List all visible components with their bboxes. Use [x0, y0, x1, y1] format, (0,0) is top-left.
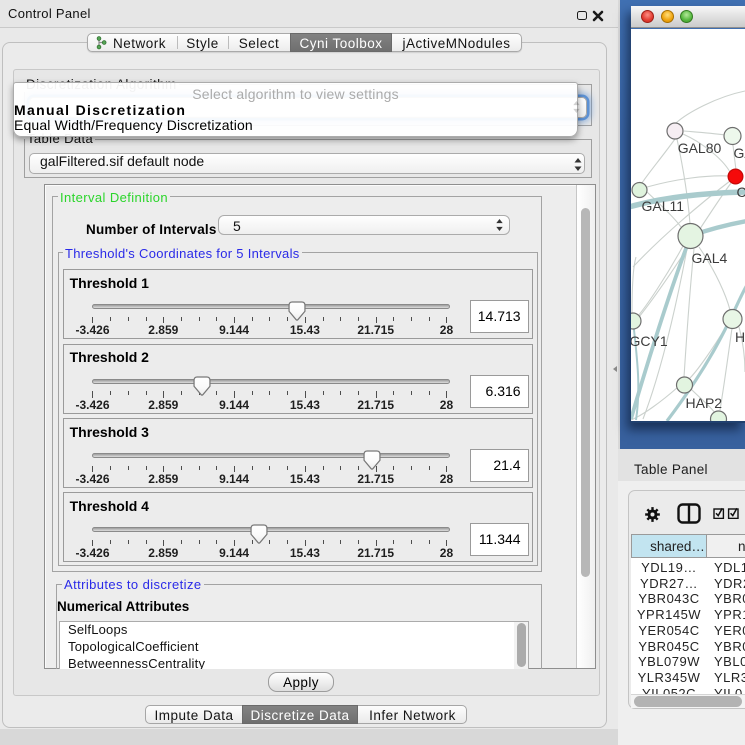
svg-text:GAL: GAL — [734, 145, 745, 161]
svg-text:GAL11: GAL11 — [642, 198, 685, 214]
svg-text:GAL4: GAL4 — [692, 250, 728, 266]
svg-text:CY: CY — [737, 184, 745, 200]
svg-text:GAL80: GAL80 — [678, 140, 722, 156]
svg-text:HAP2: HAP2 — [686, 395, 723, 411]
svg-text:GCY1: GCY1 — [631, 333, 668, 349]
svg-text:HIS: HIS — [735, 329, 745, 345]
